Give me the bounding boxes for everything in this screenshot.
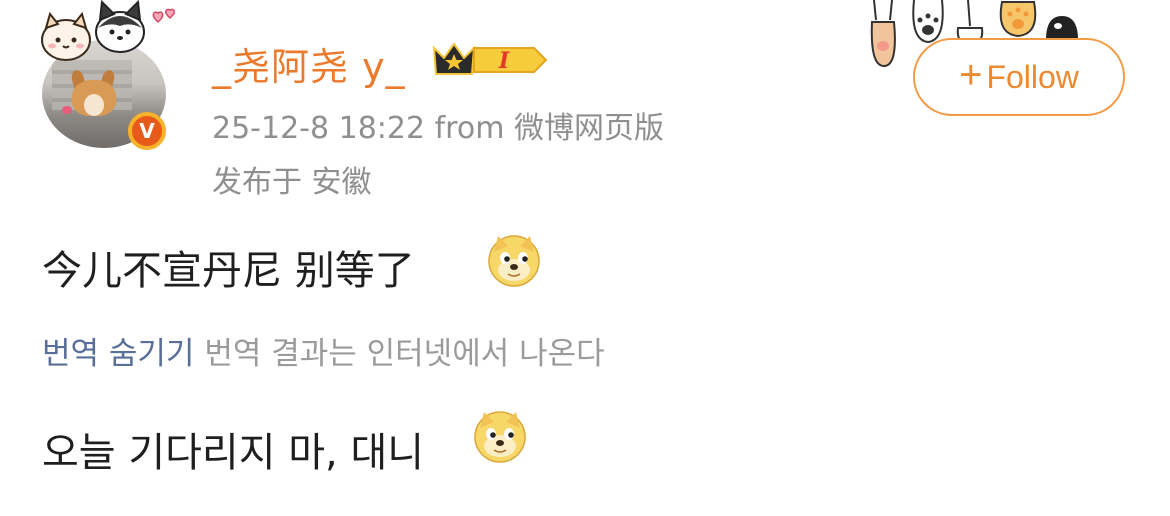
- paw-1: [870, 0, 896, 68]
- doge-emoji-icon: [488, 235, 540, 287]
- post-meta: 25-12-8 18:22 from 微博网页版: [212, 111, 664, 146]
- follow-button[interactable]: + Follow: [913, 38, 1125, 116]
- doge-emoji-icon: [474, 411, 526, 463]
- verified-badge: V: [128, 112, 166, 150]
- paw-5: [1046, 16, 1078, 40]
- post-text: 今儿不宣丹尼 别等了: [42, 248, 415, 294]
- hearts-icon: [152, 8, 175, 24]
- member-level-letter: I: [498, 48, 510, 74]
- plus-icon: +: [959, 53, 983, 97]
- husky-sticker-icon: [95, 0, 145, 53]
- member-crown-icon[interactable]: I: [430, 38, 550, 78]
- cat-sticker-icon: [41, 11, 91, 61]
- follow-label: Follow: [986, 58, 1079, 95]
- paw-2: [912, 0, 944, 44]
- avatar[interactable]: V: [40, 0, 175, 150]
- username[interactable]: _尧阿尧 y_: [212, 36, 406, 91]
- translation-note: 번역 결과는 인터넷에서 나온다: [204, 336, 605, 372]
- translation-bar: 번역 숨기기 번역 결과는 인터넷에서 나온다: [42, 328, 605, 373]
- hide-translation-link[interactable]: 번역 숨기기: [42, 336, 194, 372]
- paw-4: [999, 0, 1037, 38]
- translated-text: 오늘 기다리지 마, 대니: [42, 430, 425, 476]
- post-location: 发布于 安徽: [212, 165, 372, 200]
